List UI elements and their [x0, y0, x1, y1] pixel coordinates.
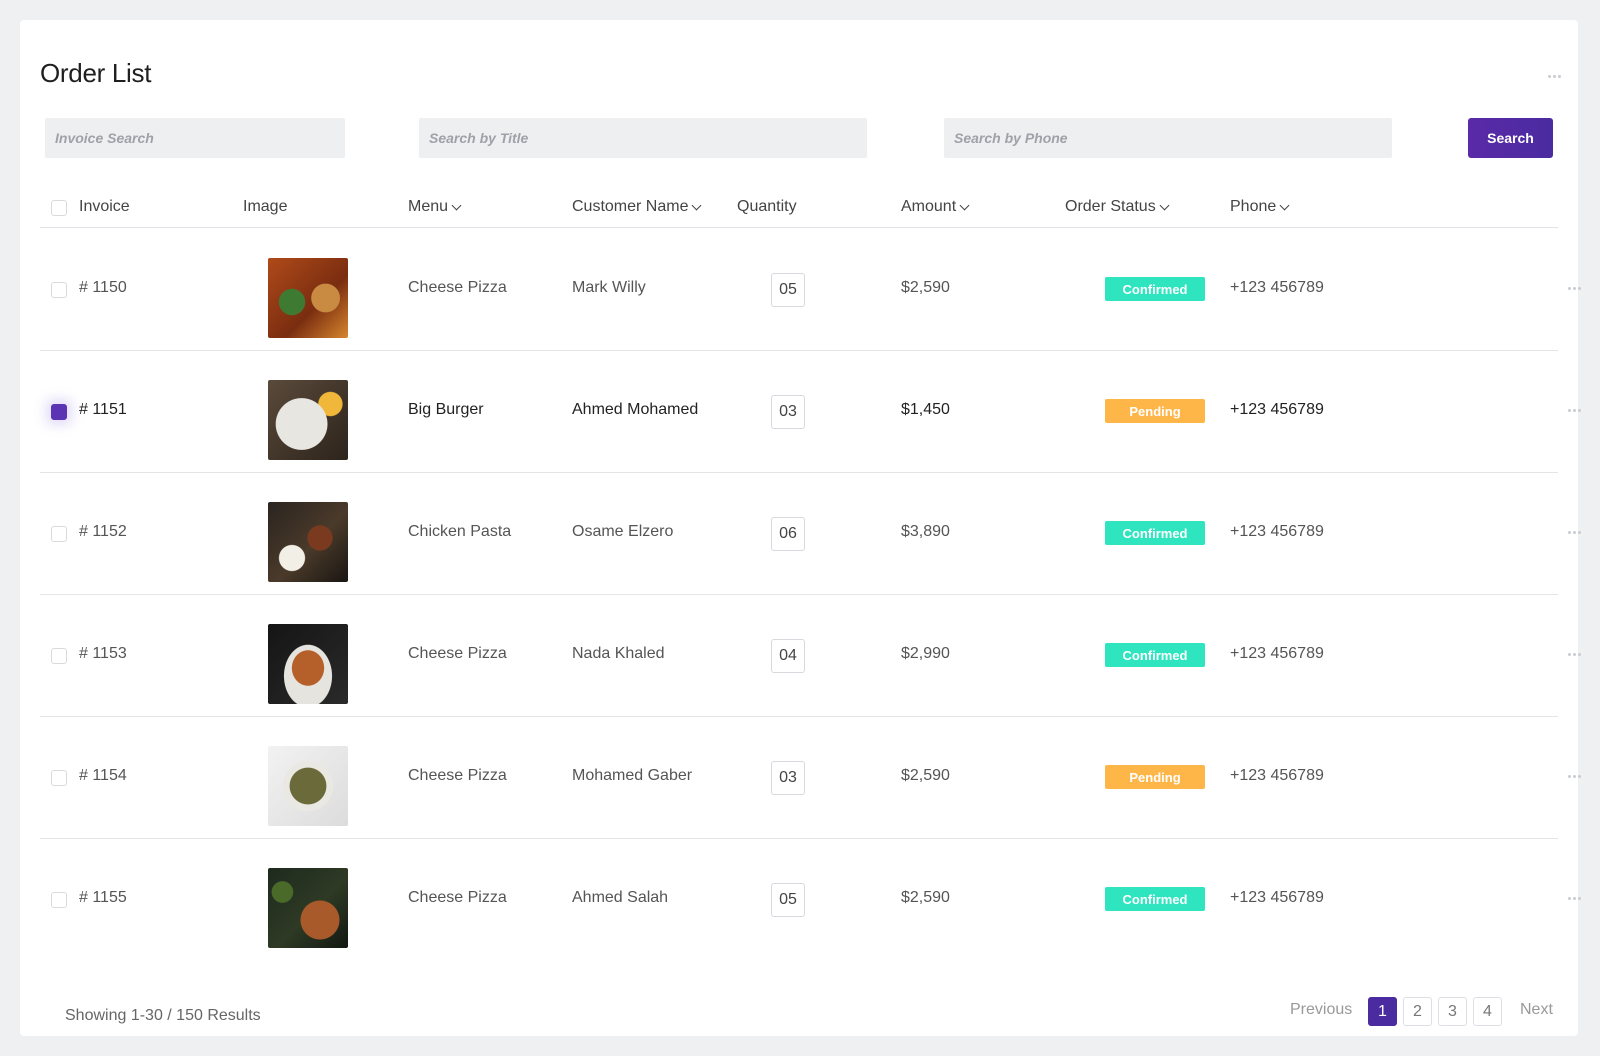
table-row[interactable]: # 1152 Chicken Pasta Osame Elzero 06 $3,890 C…	[40, 473, 1581, 595]
menu-cell: Cheese Pizza	[408, 645, 507, 662]
food-image	[268, 502, 348, 582]
invoice-cell: # 1154	[79, 767, 127, 784]
menu-cell: Cheese Pizza	[408, 767, 507, 784]
chevron-down-icon	[692, 200, 702, 210]
customer-name-cell: Mohamed Gaber	[572, 767, 693, 784]
amount-cell: $2,590	[901, 767, 950, 784]
menu-cell: Big Burger	[408, 401, 484, 418]
row-more-icon[interactable]	[1568, 287, 1581, 290]
row-more-icon[interactable]	[1568, 653, 1581, 656]
column-image: Image	[243, 198, 288, 215]
table-row[interactable]: # 1154 Cheese Pizza Mohamed Gaber 03 $2,590 P…	[40, 717, 1581, 839]
phone-cell: +123 456789	[1230, 767, 1324, 784]
status-badge: Confirmed	[1105, 887, 1205, 911]
table-row[interactable]: # 1151 Big Burger Ahmed Mohamed 03 $1,450 Pen…	[40, 351, 1581, 473]
pagination: Previous 1 2 3 4 Next	[20, 997, 1578, 1027]
invoice-cell: # 1155	[79, 889, 127, 906]
phone-search-input[interactable]	[944, 118, 1392, 158]
previous-page-link[interactable]: Previous	[1290, 1001, 1352, 1019]
food-image	[268, 746, 348, 826]
food-image	[268, 380, 348, 460]
page-4-button[interactable]: 4	[1473, 997, 1502, 1026]
invoice-cell: # 1152	[79, 523, 127, 540]
page-1-button[interactable]: 1	[1368, 997, 1397, 1026]
column-customer-name[interactable]: Customer Name	[572, 198, 702, 216]
menu-cell: Cheese Pizza	[408, 279, 507, 296]
search-button[interactable]: Search	[1468, 118, 1553, 158]
invoice-cell: # 1153	[79, 645, 127, 662]
row-checkbox[interactable]	[51, 526, 67, 542]
status-badge: Confirmed	[1105, 643, 1205, 667]
status-badge: Confirmed	[1105, 521, 1205, 545]
quantity-box[interactable]: 05	[771, 273, 805, 307]
phone-cell: +123 456789	[1230, 401, 1324, 418]
table-row[interactable]: # 1153 Cheese Pizza Nada Khaled 04 $2,990 Con…	[40, 595, 1581, 717]
status-badge: Confirmed	[1105, 277, 1205, 301]
chevron-down-icon	[1159, 200, 1170, 210]
amount-cell: $2,990	[901, 645, 950, 662]
quantity-box[interactable]: 05	[771, 883, 805, 917]
amount-cell: $3,890	[901, 523, 950, 540]
food-image	[268, 868, 348, 948]
menu-cell: Chicken Pasta	[408, 523, 512, 540]
table-row[interactable]: # 1155 Cheese Pizza Ahmed Salah 05 $2,590 Con…	[40, 839, 1581, 961]
column-menu[interactable]: Menu	[408, 198, 462, 216]
food-image	[268, 624, 348, 704]
page-title: Order List	[40, 58, 152, 88]
quantity-box[interactable]: 03	[771, 761, 805, 795]
chevron-down-icon	[959, 200, 970, 210]
column-amount[interactable]: Amount	[901, 198, 970, 216]
row-more-icon[interactable]	[1568, 531, 1581, 534]
select-all-checkbox[interactable]	[51, 200, 67, 216]
row-checkbox[interactable]	[51, 648, 67, 664]
customer-name-cell: Ahmed Mohamed	[572, 401, 699, 418]
food-image	[268, 258, 348, 338]
invoice-cell: # 1151	[79, 401, 127, 418]
amount-cell: $2,590	[901, 889, 950, 906]
row-checkbox[interactable]	[51, 892, 67, 908]
page-3-button[interactable]: 3	[1438, 997, 1467, 1026]
title-search-input[interactable]	[419, 118, 867, 158]
quantity-box[interactable]: 04	[771, 639, 805, 673]
column-quantity: Quantity	[737, 198, 797, 215]
phone-cell: +123 456789	[1230, 523, 1324, 540]
table-row[interactable]: # 1150 Cheese Pizza Mark Willy 05 $2,590 Conf…	[40, 229, 1581, 351]
row-more-icon[interactable]	[1568, 775, 1581, 778]
card-more-icon[interactable]	[1548, 75, 1561, 78]
column-order-status[interactable]: Order Status	[1065, 198, 1170, 216]
quantity-box[interactable]: 03	[771, 395, 805, 429]
customer-name-cell: Nada Khaled	[572, 645, 665, 662]
row-checkbox[interactable]	[51, 404, 67, 420]
chevron-down-icon	[1279, 200, 1290, 210]
table-body: # 1150 Cheese Pizza Mark Willy 05 $2,590 Conf…	[40, 229, 1581, 961]
phone-cell: +123 456789	[1230, 279, 1324, 296]
status-badge: Pending	[1105, 399, 1205, 423]
row-checkbox[interactable]	[51, 770, 67, 786]
row-more-icon[interactable]	[1568, 409, 1581, 412]
column-invoice: Invoice	[79, 198, 130, 215]
status-badge: Pending	[1105, 765, 1205, 789]
phone-cell: +123 456789	[1230, 889, 1324, 906]
invoice-search-input[interactable]	[45, 118, 345, 158]
menu-cell: Cheese Pizza	[408, 889, 507, 906]
phone-cell: +123 456789	[1230, 645, 1324, 662]
row-checkbox[interactable]	[51, 282, 67, 298]
search-bar: Search	[20, 118, 1578, 158]
chevron-down-icon	[451, 200, 462, 210]
row-more-icon[interactable]	[1568, 897, 1581, 900]
column-phone[interactable]: Phone	[1230, 198, 1290, 216]
invoice-cell: # 1150	[79, 279, 127, 296]
table-header: Invoice Image Menu Customer Name Quantit…	[40, 192, 1558, 228]
next-page-link[interactable]: Next	[1520, 1001, 1553, 1019]
order-list-card: Order List Search Invoice Image Menu Cus…	[20, 20, 1581, 1036]
amount-cell: $1,450	[901, 401, 950, 418]
quantity-box[interactable]: 06	[771, 517, 805, 551]
page-2-button[interactable]: 2	[1403, 997, 1432, 1026]
customer-name-cell: Ahmed Salah	[572, 889, 669, 906]
customer-name-cell: Mark Willy	[572, 279, 646, 296]
customer-name-cell: Osame Elzero	[572, 523, 674, 540]
amount-cell: $2,590	[901, 279, 950, 296]
